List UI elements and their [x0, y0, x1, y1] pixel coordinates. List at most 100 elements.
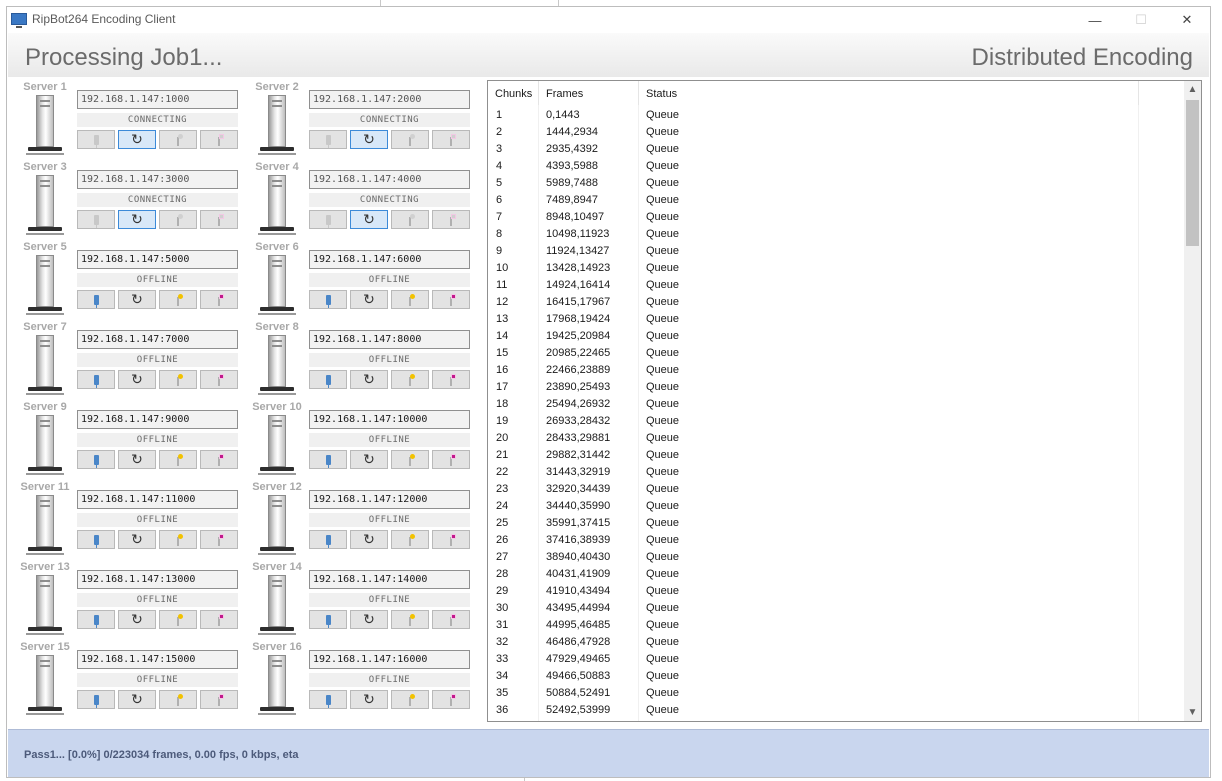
table-row[interactable]: 30 43495,44994 Queue [488, 600, 1182, 617]
table-row[interactable]: 28 40431,41909 Queue [488, 566, 1182, 583]
server-address-field[interactable]: 192.168.1.147:4000 [309, 170, 470, 189]
column-header-status[interactable]: Status [639, 81, 1139, 105]
table-row[interactable]: 15 20985,22465 Queue [488, 345, 1182, 362]
server-address-field[interactable]: 192.168.1.147:5000 [77, 250, 238, 269]
power-button[interactable] [159, 690, 197, 709]
connect-button[interactable] [77, 530, 115, 549]
table-row[interactable]: 34 49466,50883 Queue [488, 668, 1182, 685]
refresh-button[interactable]: ↻ [350, 370, 388, 389]
connect-button[interactable] [77, 370, 115, 389]
power-button[interactable] [391, 210, 429, 229]
minimize-button[interactable]: — [1072, 7, 1118, 33]
connect-button[interactable] [309, 130, 347, 149]
connect-button[interactable] [309, 450, 347, 469]
shutdown-button[interactable] [432, 290, 470, 309]
table-row[interactable]: 4 4393,5988 Queue [488, 158, 1182, 175]
shutdown-button[interactable] [200, 610, 238, 629]
connect-button[interactable] [77, 130, 115, 149]
table-row[interactable]: 33 47929,49465 Queue [488, 651, 1182, 668]
server-address-field[interactable]: 192.168.1.147:15000 [77, 650, 238, 669]
connect-button[interactable] [309, 290, 347, 309]
column-header-frames[interactable]: Frames [539, 81, 639, 105]
power-button[interactable] [391, 690, 429, 709]
server-address-field[interactable]: 192.168.1.147:7000 [77, 330, 238, 349]
maximize-button[interactable]: ☐ [1118, 7, 1164, 33]
refresh-button[interactable]: ↻ [118, 130, 156, 149]
server-address-field[interactable]: 192.168.1.147:2000 [309, 90, 470, 109]
table-row[interactable]: 7 8948,10497 Queue [488, 209, 1182, 226]
table-row[interactable]: 23 32920,34439 Queue [488, 481, 1182, 498]
chevron-down-icon[interactable]: ▼ [1184, 704, 1201, 721]
server-address-field[interactable]: 192.168.1.147:16000 [309, 650, 470, 669]
server-address-field[interactable]: 192.168.1.147:14000 [309, 570, 470, 589]
power-button[interactable] [159, 210, 197, 229]
server-address-field[interactable]: 192.168.1.147:13000 [77, 570, 238, 589]
power-button[interactable] [391, 530, 429, 549]
table-row[interactable]: 36 52492,53999 Queue [488, 702, 1182, 719]
power-button[interactable] [159, 290, 197, 309]
connect-button[interactable] [309, 610, 347, 629]
table-row[interactable]: 6 7489,8947 Queue [488, 192, 1182, 209]
table-row[interactable]: 2 1444,2934 Queue [488, 124, 1182, 141]
table-row[interactable]: 10 13428,14923 Queue [488, 260, 1182, 277]
chevron-up-icon[interactable]: ▲ [1184, 81, 1201, 98]
connect-button[interactable] [77, 690, 115, 709]
refresh-button[interactable]: ↻ [350, 450, 388, 469]
connect-button[interactable] [309, 690, 347, 709]
connect-button[interactable] [77, 290, 115, 309]
refresh-button[interactable]: ↻ [118, 450, 156, 469]
refresh-button[interactable]: ↻ [350, 130, 388, 149]
shutdown-button[interactable] [432, 210, 470, 229]
table-row[interactable]: 25 35991,37415 Queue [488, 515, 1182, 532]
server-address-field[interactable]: 192.168.1.147:8000 [309, 330, 470, 349]
refresh-button[interactable]: ↻ [118, 530, 156, 549]
power-button[interactable] [391, 610, 429, 629]
table-row[interactable]: 35 50884,52491 Queue [488, 685, 1182, 702]
table-row[interactable]: 24 34440,35990 Queue [488, 498, 1182, 515]
refresh-button[interactable]: ↻ [118, 610, 156, 629]
shutdown-button[interactable] [432, 610, 470, 629]
table-row[interactable]: 22 31443,32919 Queue [488, 464, 1182, 481]
power-button[interactable] [159, 450, 197, 469]
connect-button[interactable] [77, 210, 115, 229]
connect-button[interactable] [309, 530, 347, 549]
power-button[interactable] [159, 370, 197, 389]
shutdown-button[interactable] [432, 450, 470, 469]
table-row[interactable]: 32 46486,47928 Queue [488, 634, 1182, 651]
table-row[interactable]: 29 41910,43494 Queue [488, 583, 1182, 600]
table-row[interactable]: 11 14924,16414 Queue [488, 277, 1182, 294]
table-row[interactable]: 9 11924,13427 Queue [488, 243, 1182, 260]
shutdown-button[interactable] [200, 450, 238, 469]
shutdown-button[interactable] [432, 690, 470, 709]
table-row[interactable]: 3 2935,4392 Queue [488, 141, 1182, 158]
shutdown-button[interactable] [200, 530, 238, 549]
refresh-button[interactable]: ↻ [350, 530, 388, 549]
power-button[interactable] [391, 290, 429, 309]
column-header-chunks[interactable]: Chunks [488, 81, 539, 105]
table-row[interactable]: 5 5989,7488 Queue [488, 175, 1182, 192]
connect-button[interactable] [309, 210, 347, 229]
table-row[interactable]: 19 26933,28432 Queue [488, 413, 1182, 430]
power-button[interactable] [159, 610, 197, 629]
server-address-field[interactable]: 192.168.1.147:9000 [77, 410, 238, 429]
server-address-field[interactable]: 192.168.1.147:6000 [309, 250, 470, 269]
refresh-button[interactable]: ↻ [118, 690, 156, 709]
shutdown-button[interactable] [200, 210, 238, 229]
power-button[interactable] [159, 530, 197, 549]
table-row[interactable]: 8 10498,11923 Queue [488, 226, 1182, 243]
refresh-button[interactable]: ↻ [350, 690, 388, 709]
table-row[interactable]: 17 23890,25493 Queue [488, 379, 1182, 396]
table-row[interactable]: 1 0,1443 Queue [488, 107, 1182, 124]
refresh-button[interactable]: ↻ [118, 210, 156, 229]
server-address-field[interactable]: 192.168.1.147:11000 [77, 490, 238, 509]
table-row[interactable]: 26 37416,38939 Queue [488, 532, 1182, 549]
table-row[interactable]: 14 19425,20984 Queue [488, 328, 1182, 345]
power-button[interactable] [159, 130, 197, 149]
refresh-button[interactable]: ↻ [118, 290, 156, 309]
table-row[interactable]: 12 16415,17967 Queue [488, 294, 1182, 311]
scroll-thumb[interactable] [1186, 100, 1199, 246]
shutdown-button[interactable] [432, 370, 470, 389]
table-row[interactable]: 13 17968,19424 Queue [488, 311, 1182, 328]
shutdown-button[interactable] [200, 130, 238, 149]
server-address-field[interactable]: 192.168.1.147:10000 [309, 410, 470, 429]
